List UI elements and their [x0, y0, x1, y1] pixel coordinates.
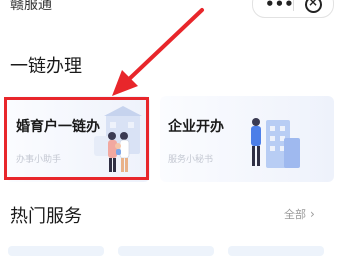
card-title: 企业开办 — [168, 119, 224, 135]
view-all-label: 全部 — [284, 208, 306, 221]
section-title-hot-services: 热门服务 — [10, 206, 82, 227]
chevron-right-icon: › — [310, 207, 315, 221]
card-business-startup[interactable]: 企业开办 服务小秘书 — [160, 96, 334, 182]
card-subtitle: 服务小秘书 — [168, 155, 214, 165]
business-illustration-icon — [251, 118, 300, 168]
service-tile[interactable] — [118, 246, 214, 256]
view-all-link[interactable]: 全部 › — [284, 206, 315, 222]
service-tile[interactable] — [8, 246, 104, 256]
service-tile[interactable] — [228, 246, 324, 256]
